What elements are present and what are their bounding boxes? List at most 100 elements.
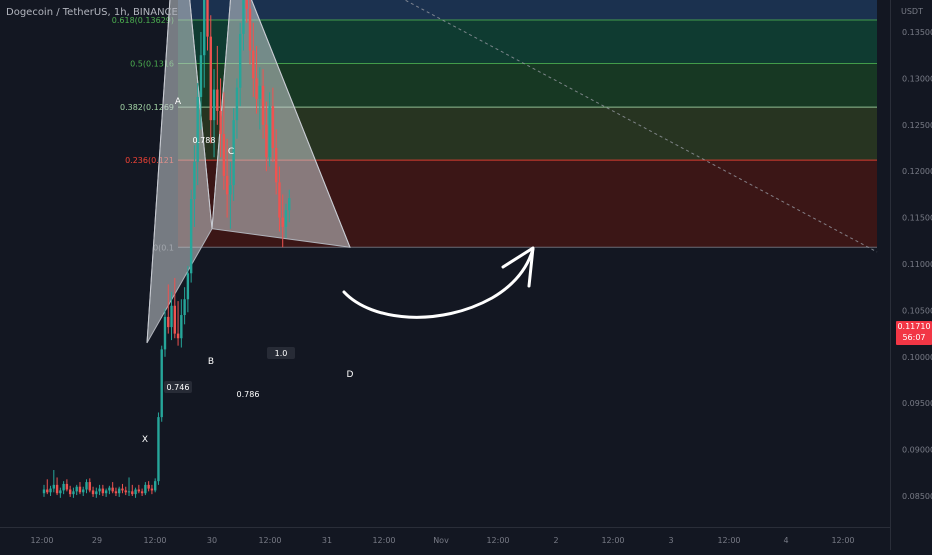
candle-body <box>274 148 278 183</box>
time-tick-label: Nov <box>433 536 449 545</box>
candle-body <box>46 489 49 493</box>
candle-body <box>216 89 219 111</box>
candle-body <box>68 489 72 495</box>
pattern-point-b: B <box>208 357 214 367</box>
pattern-point-d: D <box>347 370 354 380</box>
pattern-ratio-label: 0.788 <box>193 136 216 145</box>
candle-body <box>134 489 137 495</box>
price-tick-label: 0.13000 <box>902 74 932 83</box>
candle-body <box>255 78 258 99</box>
candle-body <box>167 316 170 328</box>
candle-body <box>186 273 190 300</box>
price-chart[interactable]: 1.272(0.16233)1(0.15150)0.786(0.14298)0.… <box>0 0 932 550</box>
candle-body <box>288 198 291 211</box>
candle-body <box>101 488 105 494</box>
fib-zone-3 <box>178 20 877 64</box>
time-axis[interactable]: 12:00 29 12:00 30 12:00 31 12:00 Nov 12:00 2 12:00… <box>0 527 890 551</box>
candle-body <box>118 488 121 494</box>
candle-body <box>95 491 98 495</box>
time-tick-label: 12:00 <box>30 536 53 545</box>
axis-unit-label: USDT <box>901 7 923 16</box>
candle-body <box>163 316 167 350</box>
candle-body <box>278 182 281 218</box>
chart-stage: 1.272(0.16233)1(0.15150)0.786(0.14298)0.… <box>0 0 932 551</box>
candle-body <box>206 0 209 37</box>
candle-body <box>173 305 176 334</box>
candle-body <box>72 491 75 495</box>
time-tick-label: 12:00 <box>258 536 281 545</box>
time-tick-label: 29 <box>92 536 102 545</box>
candle-body <box>284 210 288 227</box>
candle-body <box>203 0 206 56</box>
candle-body <box>229 185 232 195</box>
candle-body <box>196 96 199 162</box>
price-tick-label: 0.13500 <box>902 28 932 37</box>
candle-body <box>131 491 134 495</box>
time-tick-label: 12:00 <box>372 536 395 545</box>
candle-body <box>88 482 91 491</box>
price-tick-label: 0.12500 <box>902 121 932 130</box>
candle-body <box>258 85 262 99</box>
price-axis[interactable]: 0.13500 0.13000 0.12500 0.12000 0.11500 0.110… <box>890 0 932 550</box>
projection-arrow-path <box>342 247 535 319</box>
candle-body <box>91 490 95 495</box>
pattern-point-c: C <box>228 147 234 157</box>
candle-body <box>268 106 271 158</box>
price-tick-label: 0.08500 <box>902 492 932 501</box>
candle-body <box>49 488 52 493</box>
candle-body <box>189 199 193 274</box>
candle-body <box>212 89 216 121</box>
pattern-point-x: X <box>142 435 148 445</box>
time-tick-label: 30 <box>207 536 217 545</box>
candle-body <box>114 491 118 494</box>
price-axis-ticks: 0.13500 0.13000 0.12500 0.12000 0.11500 0.110… <box>902 28 932 501</box>
candle-body <box>281 217 284 227</box>
bar-countdown: 56:07 <box>902 333 926 342</box>
candle-body <box>209 36 212 121</box>
price-tick-label: 0.09500 <box>902 399 932 408</box>
candle-body <box>52 484 56 489</box>
time-tick-label: 12:00 <box>486 536 509 545</box>
time-tick-label: 4 <box>783 536 788 545</box>
candle-body <box>42 489 46 494</box>
time-tick-label: 12:00 <box>601 536 624 545</box>
pattern-ratio-label: 0.746 <box>167 383 190 392</box>
candle-body <box>111 487 114 492</box>
candle-body <box>55 484 59 494</box>
candle-body <box>150 488 154 491</box>
candle-body <box>248 8 252 51</box>
candle-body <box>235 87 239 121</box>
candle-body <box>104 490 108 494</box>
candle-body <box>261 85 265 125</box>
pattern-point-a: A <box>175 97 182 107</box>
time-tick-label: 12:00 <box>717 536 740 545</box>
candle-body <box>170 305 173 328</box>
candle-body <box>271 106 275 148</box>
candle-body <box>265 124 268 158</box>
pattern-ratio-label: 1.0 <box>275 349 288 358</box>
candle-body <box>65 483 69 490</box>
candle-body <box>62 483 65 491</box>
time-tick-label: 31 <box>322 536 332 545</box>
candle-body <box>82 489 85 493</box>
last-price-badge: 0.11710 56:07 <box>896 321 932 345</box>
price-tick-label: 0.12000 <box>902 167 932 176</box>
candle-body <box>180 315 183 339</box>
candle-body <box>124 490 127 493</box>
last-price: 0.11710 <box>897 322 931 331</box>
candle-body <box>85 482 88 490</box>
candle-body <box>252 50 255 79</box>
candle-body <box>98 488 101 492</box>
candle-body <box>75 486 78 492</box>
candle-body <box>176 333 180 339</box>
candle-body <box>193 161 196 200</box>
candle-body <box>121 488 124 491</box>
candle-body <box>59 490 62 494</box>
candle-body <box>127 491 131 493</box>
candle-body <box>78 486 82 493</box>
time-tick-label: 12:00 <box>831 536 854 545</box>
candle-body <box>245 0 248 9</box>
candle-body <box>239 33 242 88</box>
candle-body <box>160 349 163 418</box>
price-tick-label: 0.11000 <box>902 260 932 269</box>
